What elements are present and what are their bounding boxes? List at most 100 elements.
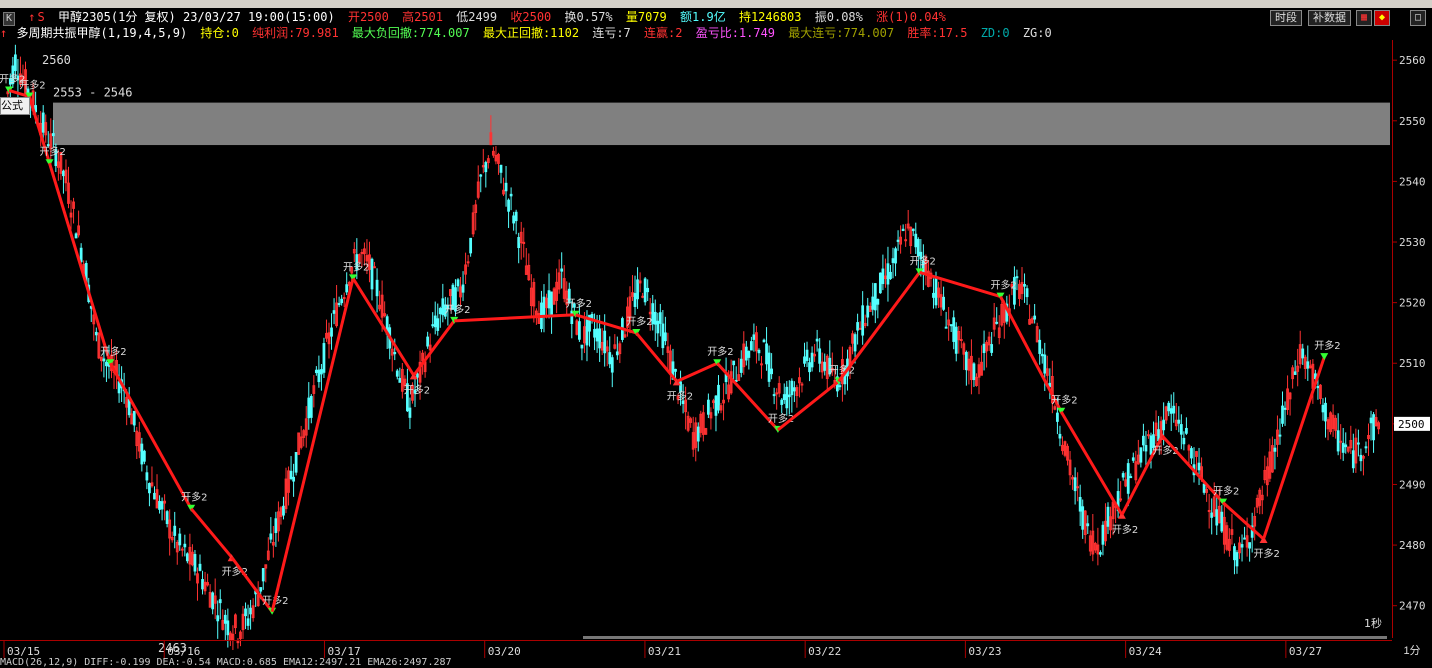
candle-body [959,338,963,341]
candle-body [340,298,344,304]
trade-label: 开多2 [40,145,66,158]
trade-label: 开多2 [100,345,126,358]
candle-body [105,361,108,367]
price-axis [1392,40,1432,638]
candle-body [1369,417,1373,424]
candle-body [337,303,341,306]
candle-body [1283,407,1287,410]
candle-body [1190,448,1193,459]
candle-body [1316,386,1320,389]
candle-body [484,162,488,173]
candle-body [431,324,435,327]
candle-body [580,344,584,349]
candle-body [426,336,430,347]
candle-body [142,450,146,462]
candle-body [714,395,718,416]
candle-body [148,483,151,494]
candle-body [762,339,766,343]
candle-body [550,291,553,318]
candle-body [823,361,827,371]
candle-body [942,296,945,310]
candle-body [1341,442,1345,453]
candle-body [856,322,859,331]
candle-body [320,369,323,375]
candle-body [653,311,657,325]
candle-body [307,397,311,419]
candle-body [739,358,743,373]
candle-body [261,568,265,582]
candle-body [360,251,364,254]
candle-body [873,283,877,311]
candle-body [1033,315,1037,320]
candle-body [1364,446,1368,449]
candle-body [282,505,285,516]
candle-body [656,320,660,334]
candle-body [878,272,882,294]
candle-body [127,398,131,416]
candle-body [838,385,842,388]
candle-body [1131,457,1135,461]
candle-body [1243,537,1246,540]
trade-label: 开多2 [1314,339,1340,352]
trade-label: 开多2 [566,297,592,310]
candle-body [13,54,17,72]
candle-body [853,334,857,352]
candle-body [153,492,156,500]
candle-body [41,112,45,133]
formula-popup[interactable]: 公式 [0,97,30,115]
trade-label: 开多2 [1112,523,1138,536]
candle-body [1293,371,1297,375]
candle-body [1139,447,1143,463]
candlestick-chart[interactable]: 2553 - 2546 开多2 开多2 开多2 开多2 开多2 开多2 开多2 开多2 开多2 开多… [0,0,1432,668]
candle-body [1076,486,1080,489]
candle-body [1248,542,1252,549]
candle-body [461,284,465,293]
high-extreme-label: 2560 [42,53,71,67]
candle-body [633,293,637,307]
candle-body [1197,462,1201,471]
candle-body [294,452,298,473]
candle-body [1038,339,1042,354]
candle-body [1233,546,1236,561]
candle-body [876,298,880,305]
candle-body [375,279,379,297]
candle-body [636,279,639,300]
candle-body [934,277,938,306]
candle-body [433,315,437,328]
candle-body [1169,408,1173,414]
candle-body [1056,412,1059,422]
candle-body [949,324,953,327]
candle-body [1078,497,1082,512]
candle-body [183,543,187,548]
candle-body [916,239,920,257]
candle-body [1278,434,1282,437]
candle-body [775,392,779,395]
candle-body [1372,414,1375,441]
candle-body [643,278,647,303]
candle-body [1147,434,1150,437]
candle-body [889,271,892,280]
candle-body [760,363,763,366]
candle-body [663,332,667,342]
candle-body [504,182,508,192]
candle-body [598,328,602,349]
candle-body [560,268,564,272]
candle-body [185,553,189,562]
candle-body [479,174,483,177]
candle-body [772,394,776,397]
candle-body [952,317,956,342]
horizontal-scrollbar [583,636,1387,639]
candle-body [178,533,182,546]
candle-body [894,248,897,264]
candle-body [785,386,789,409]
candle-body [747,350,751,358]
trade-segment [48,162,112,364]
candle-body [1359,454,1363,462]
candle-body [512,215,516,224]
trade-segment [412,319,456,377]
candle-body [1273,447,1277,452]
candle-body [1086,523,1090,527]
trade-label: 开多2 [1254,547,1280,560]
candle-body [289,470,293,480]
candle-body [615,351,619,356]
